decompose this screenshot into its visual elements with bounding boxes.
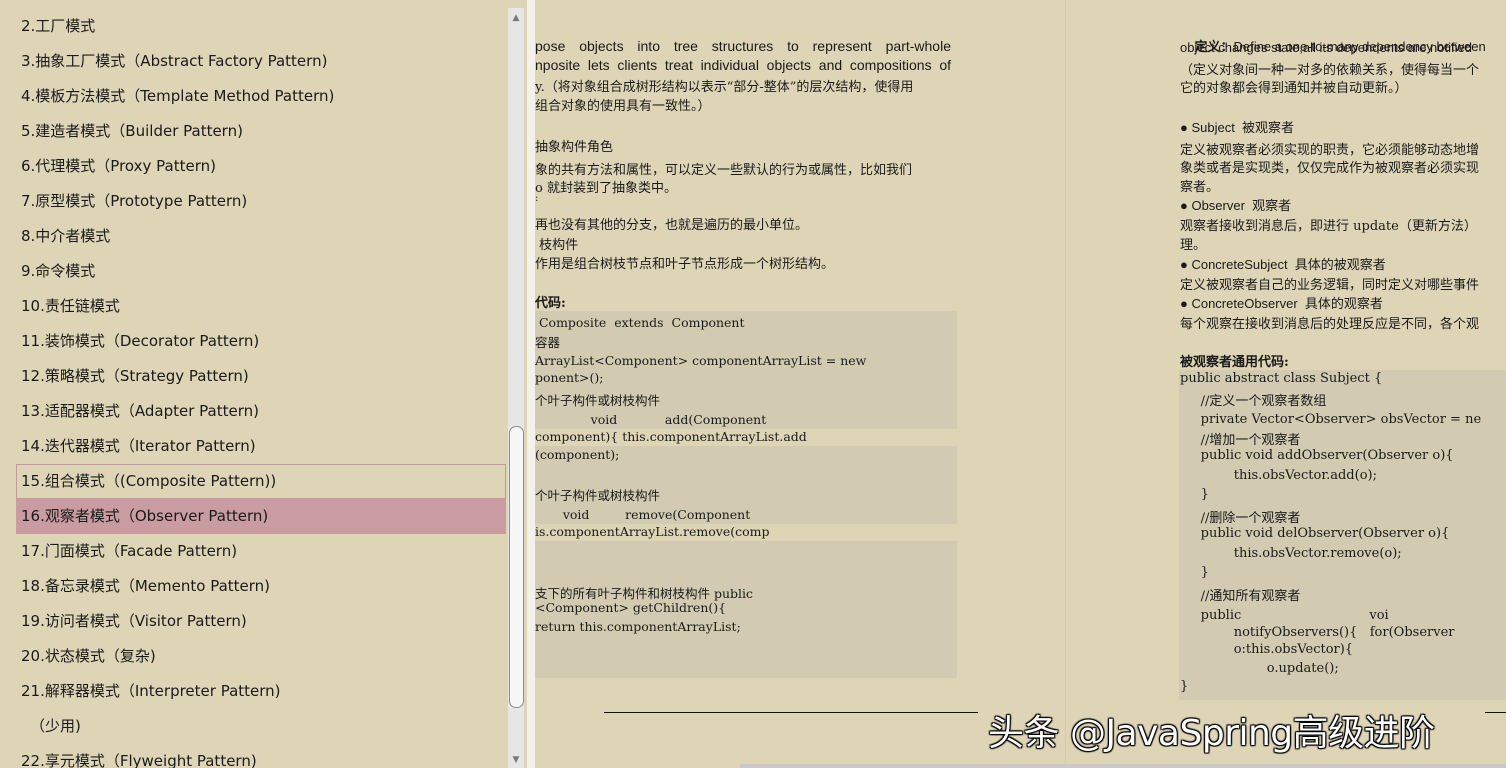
scroll-up-arrow-icon[interactable]: ▲ xyxy=(508,10,524,26)
section-heading: 被观察者通用代码: xyxy=(1180,355,1289,370)
code-line: //增加一个观察者 xyxy=(1180,433,1301,448)
code-line: public abstract class Subject { xyxy=(1180,371,1383,386)
body-text-line: nposite lets clients treat individual ob… xyxy=(535,57,951,73)
code-line: public void delObserver(Observer o){ xyxy=(1180,526,1450,541)
toc-item[interactable]: 20.状态模式（复杂) xyxy=(16,639,506,674)
footer-rule xyxy=(604,712,978,713)
toc-item[interactable]: 22.享元模式（Flyweight Pattern) xyxy=(16,744,506,768)
toc-item[interactable]: 5.建造者模式（Builder Pattern) xyxy=(16,114,506,149)
code-line: } xyxy=(1180,487,1209,502)
body-text-line: 理。 xyxy=(1180,238,1207,253)
body-text-line: object changes state,all its dependents … xyxy=(1180,40,1472,55)
toc-item-observer-selected[interactable]: 16.观察者模式（Observer Pattern) xyxy=(16,499,506,534)
horizontal-scroll-strip[interactable] xyxy=(740,764,1506,768)
body-text-line: pose objects into tree structures to rep… xyxy=(535,38,951,54)
toc-item[interactable]: 3.抽象工厂模式（Abstract Factory Pattern) xyxy=(16,44,506,79)
code-line: //通知所有观察者 xyxy=(1180,589,1301,604)
role-heading: ● ConcreteSubject 具体的被观察者 xyxy=(1180,257,1386,272)
code-line: 容器 xyxy=(535,335,561,350)
sidebar-scrollbar[interactable]: ▲ ▼ xyxy=(508,8,524,768)
toc-item[interactable]: 18.备忘录模式（Memento Pattern) xyxy=(16,569,506,604)
body-text-line: 象类或者是实现类，仅仅完成作为被观察者必须实现 xyxy=(1180,161,1480,176)
toc-sidebar: 2.工厂模式 3.抽象工厂模式（Abstract Factory Pattern… xyxy=(0,0,527,768)
toc-item[interactable]: 10.责任链模式 xyxy=(16,289,506,324)
code-line: ArrayList<Component> componentArrayList … xyxy=(535,353,867,368)
body-text-line: 每个观察在接收到消息后的处理反应是不同，各个观 xyxy=(1180,317,1480,332)
code-line: void remove(Component xyxy=(535,507,751,522)
toc-item[interactable]: 7.原型模式（Prototype Pattern) xyxy=(16,184,506,219)
code-line: public voi xyxy=(1180,608,1389,623)
code-line: this.obsVector.add(o); xyxy=(1180,468,1377,483)
body-text-line: 枝构件 xyxy=(535,238,579,253)
body-text-line: 定义被观察者自己的业务逻辑，同时定义对哪些事件 xyxy=(1180,278,1480,293)
toc-item[interactable]: 6.代理模式（Proxy Pattern) xyxy=(16,149,506,184)
code-line: component){ this.componentArrayList.add xyxy=(535,429,807,444)
toc-item[interactable]: （少用) xyxy=(16,709,506,744)
toc-item[interactable]: 2.工厂模式 xyxy=(16,9,506,44)
toc-item[interactable]: 14.迭代器模式（Iterator Pattern) xyxy=(16,429,506,464)
body-text-line: y.（将对象组合成树形结构以表示“部分-整体”的层次结构，使得用 xyxy=(535,80,914,95)
toc-item-composite[interactable]: 15.组合模式（(Composite Pattern)) xyxy=(16,464,506,499)
code-line: 个叶子构件或树枝构件 xyxy=(535,488,661,503)
code-line: is.componentArrayList.remove(comp xyxy=(535,524,770,539)
body-text-line: 观察者接收到消息后，即进行 update（更新方法） xyxy=(1180,219,1477,234)
pane-divider[interactable] xyxy=(527,0,535,768)
code-line: public void addObserver(Observer o){ xyxy=(1180,448,1454,463)
body-text-line: o 就封装到了抽象类中。 xyxy=(535,181,677,196)
body-text-line: 作用是组合树枝节点和叶子节点形成一个树形结构。 xyxy=(535,257,835,272)
toc-item[interactable]: 19.访问者模式（Visitor Pattern) xyxy=(16,604,506,639)
code-line: ponent>(); xyxy=(535,370,604,385)
toc-item[interactable]: 13.适配器模式（Adapter Pattern) xyxy=(16,394,506,429)
body-text-line: 组合对象的使用具有一致性。） xyxy=(535,99,711,114)
code-line: 个叶子构件或树枝构件 xyxy=(535,393,661,408)
toc-item[interactable]: 4.模板方法模式（Template Method Pattern) xyxy=(16,79,506,114)
toc-item[interactable]: 12.策略模式（Strategy Pattern) xyxy=(16,359,506,394)
body-text-line: （定义对象间一种一对多的依赖关系，使得每当一个 xyxy=(1180,63,1480,78)
section-heading: 代码: xyxy=(535,296,566,311)
body-text-line: 象的共有方法和属性，可以定义一些默认的行为或属性，比如我们 xyxy=(535,163,913,178)
code-line: //定义一个观察者数组 xyxy=(1180,394,1327,409)
role-heading: ● Observer 观察者 xyxy=(1180,198,1292,213)
code-line: o:this.obsVector){ xyxy=(1180,642,1354,657)
toc-list: 2.工厂模式 3.抽象工厂模式（Abstract Factory Pattern… xyxy=(16,9,506,768)
body-text-line: 再也没有其他的分支，也就是遍历的最小单位。 xyxy=(535,218,809,233)
toc-item[interactable]: 9.命令模式 xyxy=(16,254,506,289)
body-text-line: 察者。 xyxy=(1180,180,1220,195)
code-line: //删除一个观察者 xyxy=(1180,511,1301,526)
toc-item[interactable]: 8.中介者模式 xyxy=(16,219,506,254)
code-line: void add(Component xyxy=(535,412,767,427)
body-text-line: 定义被观察者必须实现的职责，它必须能够动态地增 xyxy=(1180,143,1480,158)
role-heading: ● Subject 被观察者 xyxy=(1180,120,1295,135)
role-heading: ● ConcreteObserver 具体的观察者 xyxy=(1180,296,1383,311)
code-line: Composite extends Component xyxy=(535,315,745,330)
code-line: } xyxy=(1180,565,1209,580)
code-line: private Vector<Observer> obsVector = ne xyxy=(1180,412,1482,427)
toc-item[interactable]: 17.门面模式（Facade Pattern) xyxy=(16,534,506,569)
code-line: } xyxy=(1180,679,1189,694)
body-text-line: 抽象构件角色 xyxy=(535,140,614,155)
watermark: 头条 @JavaSpring高级进阶 xyxy=(988,713,1435,754)
code-line: o.update(); xyxy=(1180,661,1339,676)
scroll-down-arrow-icon[interactable]: ▼ xyxy=(508,752,524,768)
code-line: notifyObservers(){ for(Observer xyxy=(1180,625,1455,640)
scrollbar-thumb[interactable] xyxy=(509,426,524,708)
code-line: (component); xyxy=(535,447,620,462)
body-text-line: : xyxy=(535,193,539,204)
code-line: <Component> getChildren(){ xyxy=(535,600,727,615)
toc-item[interactable]: 11.装饰模式（Decorator Pattern) xyxy=(16,324,506,359)
footer-rule xyxy=(1485,712,1506,713)
document-page-right: 定义：Define a one-to-many dependency betwe… xyxy=(1066,0,1506,768)
document-page-left: pose objects into tree structures to rep… xyxy=(535,0,1065,768)
code-line: return this.componentArrayList; xyxy=(535,619,741,634)
body-text-line: 它的对象都会得到通知并被自动更新。） xyxy=(1180,81,1408,96)
code-line: this.obsVector.remove(o); xyxy=(1180,546,1402,561)
toc-item[interactable]: 21.解释器模式（Interpreter Pattern) xyxy=(16,674,506,709)
